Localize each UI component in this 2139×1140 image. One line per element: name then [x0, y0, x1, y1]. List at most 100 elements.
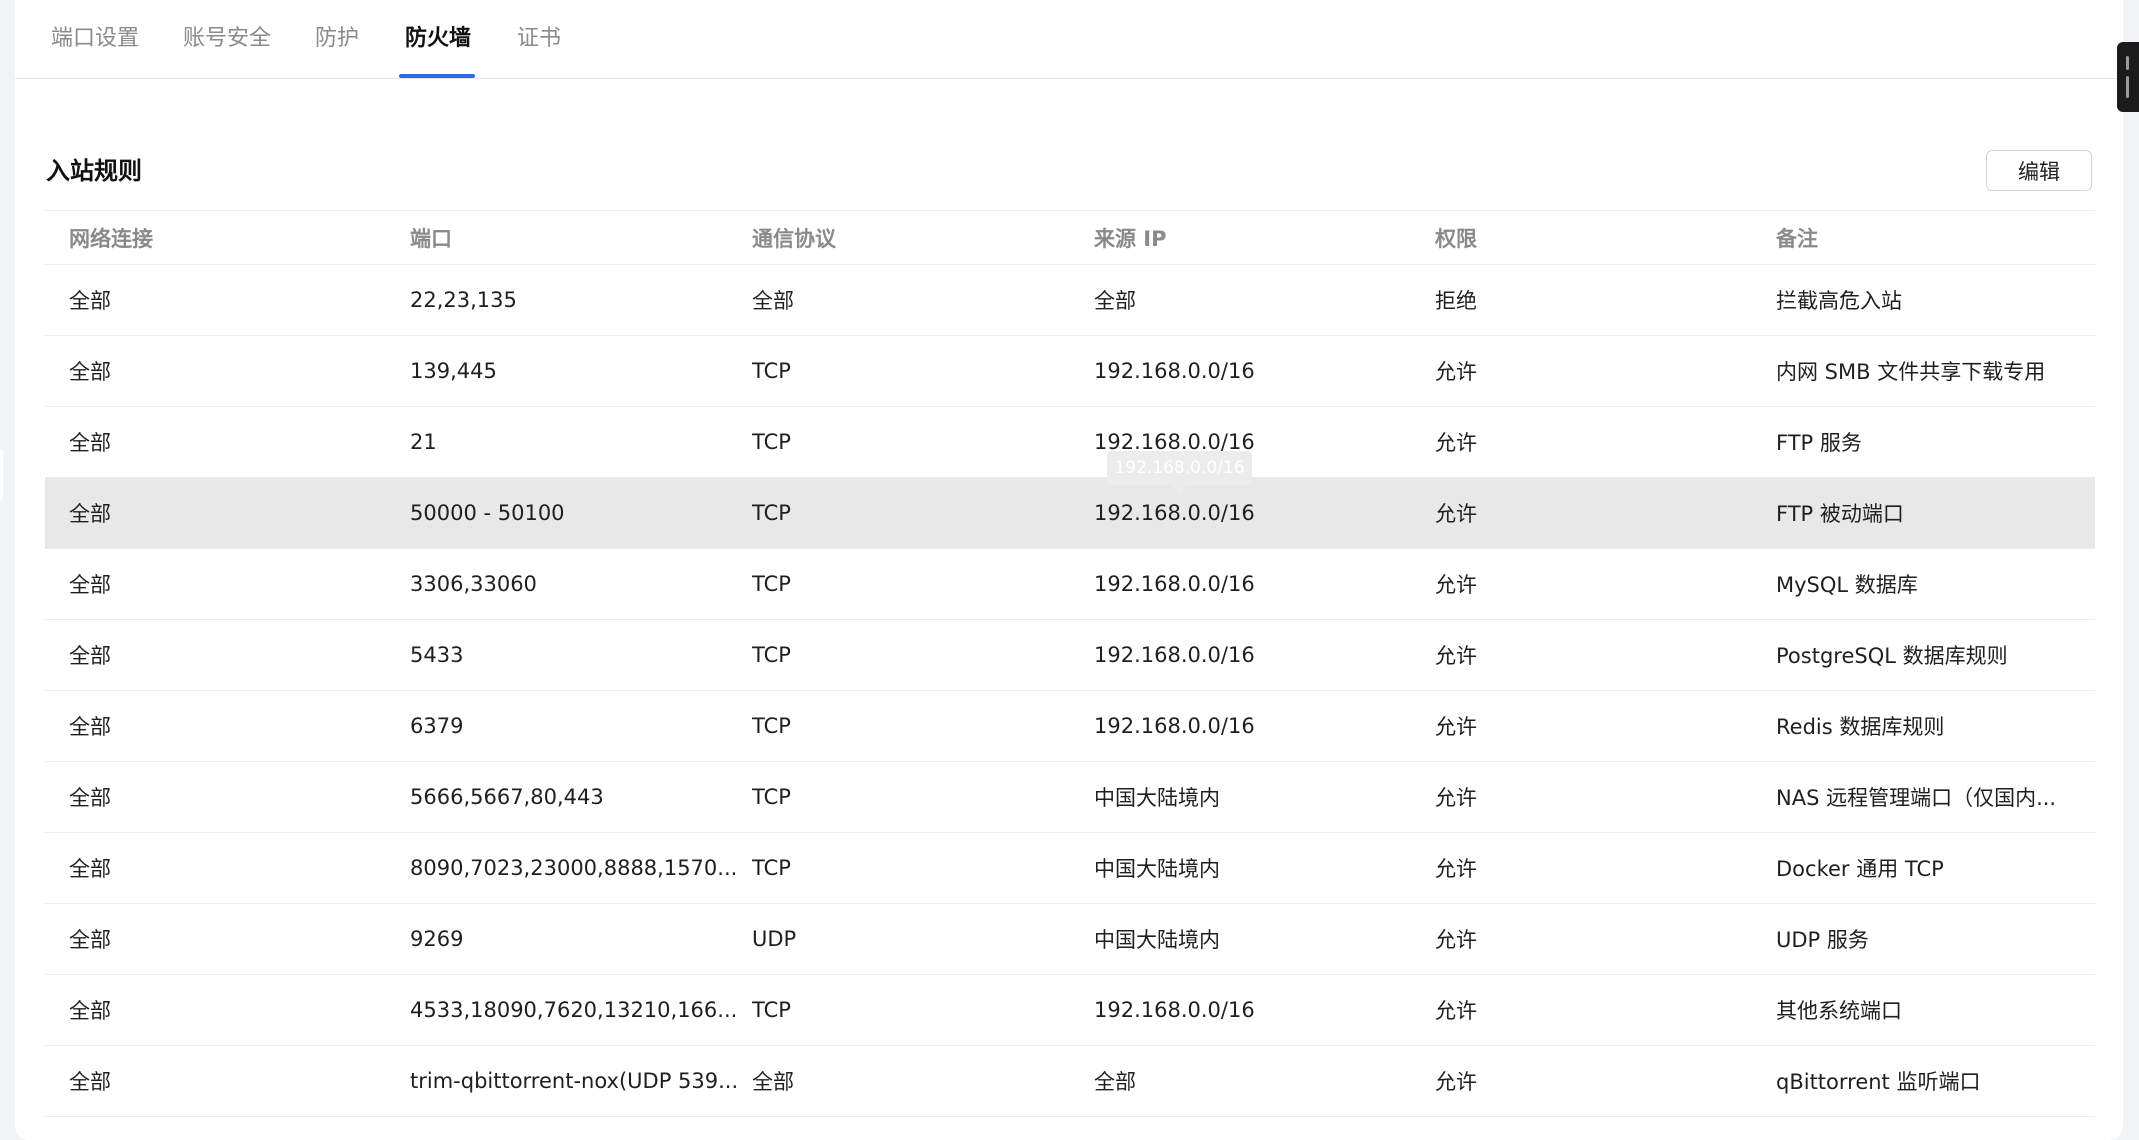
network-cell: 全部 — [69, 573, 111, 597]
network-cell: 全部 — [69, 786, 111, 810]
port-cell: 22,23,135 — [410, 288, 517, 312]
table-row[interactable]: 全部 5666,5667,80,443 TCP 中国大陆境内 允许 NAS 远程管理端口（… — [45, 762, 2095, 833]
settings-tabs: 端口设置 账号安全 防护 防火墙 证书 — [15, 0, 2123, 79]
protocol-cell: TCP — [752, 998, 791, 1022]
source-ip-cell: 全部 — [1094, 1070, 1136, 1094]
source-ip-cell: 192.168.0.0/16 — [1094, 714, 1255, 738]
tab-port-settings[interactable]: 端口设置 — [51, 24, 139, 54]
handle-grip-icon — [2126, 76, 2129, 98]
tab-protection[interactable]: 防护 — [315, 24, 359, 54]
section-title: 入站规则 — [46, 157, 142, 185]
table-body: 全部 22,23,135 全部 全部 拒绝 拦截高危入站 全部 139,445 TCP 192.1… — [45, 265, 2095, 1117]
protocol-cell: TCP — [752, 572, 791, 596]
protocol-cell: TCP — [752, 785, 791, 809]
port-cell: 50000 - 50100 — [410, 501, 565, 525]
permission-cell: 允许 — [1435, 1070, 1477, 1094]
source-ip-cell: 中国大陆境内 — [1094, 928, 1220, 952]
note-cell: Docker 通用 TCP — [1776, 857, 1944, 881]
inbound-rules-table: 网络连接 端口 通信协议 来源 IP 权限 备注 全部 22,23,135 全部 全部 拒绝 拦截高… — [45, 210, 2095, 1117]
table-row[interactable]: 全部 22,23,135 全部 全部 拒绝 拦截高危入站 — [45, 265, 2095, 336]
source-ip-cell: 中国大陆境内 — [1094, 857, 1220, 881]
source-ip-cell: 全部 — [1094, 289, 1136, 313]
tab-certificate[interactable]: 证书 — [517, 24, 561, 54]
protocol-cell: TCP — [752, 501, 791, 525]
network-cell: 全部 — [69, 928, 111, 952]
source-ip-cell: 192.168.0.0/16 — [1094, 359, 1255, 383]
table-row[interactable]: 全部 9269 UDP 中国大陆境内 允许 UDP 服务 — [45, 904, 2095, 975]
protocol-cell: TCP — [752, 643, 791, 667]
port-cell: 21 — [410, 430, 437, 454]
port-cell: 3306,33060 — [410, 572, 537, 596]
table-row[interactable]: 全部 4533,18090,7620,13210,166... TCP 192.168… — [45, 975, 2095, 1046]
port-cell: 9269 — [410, 927, 464, 951]
network-cell: 全部 — [69, 644, 111, 668]
left-edge-handle — [0, 450, 3, 500]
note-cell: 其他系统端口 — [1776, 999, 1902, 1023]
permission-cell: 允许 — [1435, 502, 1477, 526]
protocol-cell: TCP — [752, 856, 791, 880]
table-row[interactable]: 全部 21 TCP 192.168.0.0/16 允许 FTP 服务 — [45, 407, 2095, 478]
table-row[interactable]: 全部 6379 TCP 192.168.0.0/16 允许 Redis 数据库规则 — [45, 691, 2095, 762]
table-row[interactable]: 全部 50000 - 50100 TCP 192.168.0.0/16 允许 FTP 被动… — [45, 478, 2095, 549]
port-cell: 139,445 — [410, 359, 497, 383]
note-cell: 拦截高危入站 — [1776, 289, 1902, 313]
permission-cell: 允许 — [1435, 573, 1477, 597]
table-row[interactable]: 全部 139,445 TCP 192.168.0.0/16 允许 内网 SMB 文件共享下… — [45, 336, 2095, 407]
handle-grip-icon — [2126, 56, 2129, 70]
protocol-column-header: 通信协议 — [752, 226, 836, 251]
table-row[interactable]: 全部 3306,33060 TCP 192.168.0.0/16 允许 MySQL 数据库 — [45, 549, 2095, 620]
source-ip-cell: 192.168.0.0/16 — [1094, 501, 1255, 525]
port-cell: 4533,18090,7620,13210,166... — [410, 998, 738, 1022]
edit-button[interactable]: 编辑 — [1986, 150, 2092, 191]
note-cell: PostgreSQL 数据库规则 — [1776, 644, 2008, 668]
note-cell: FTP 被动端口 — [1776, 502, 1904, 526]
port-cell: 5433 — [410, 643, 464, 667]
network-cell: 全部 — [69, 1070, 111, 1094]
tab-account-security[interactable]: 账号安全 — [183, 24, 271, 54]
active-tab-indicator — [399, 74, 475, 78]
permission-cell: 允许 — [1435, 999, 1477, 1023]
note-cell: NAS 远程管理端口（仅国内... — [1776, 786, 2057, 810]
port-cell: trim-qbittorrent-nox(UDP 539... — [410, 1069, 739, 1093]
note-cell: 内网 SMB 文件共享下载专用 — [1776, 360, 2046, 384]
permission-cell: 允许 — [1435, 644, 1477, 668]
permission-cell: 允许 — [1435, 928, 1477, 952]
protocol-cell: TCP — [752, 359, 791, 383]
port-column-header: 端口 — [410, 226, 452, 251]
permission-cell: 允许 — [1435, 715, 1477, 739]
permission-cell: 拒绝 — [1435, 289, 1477, 313]
table-row[interactable]: 全部 8090,7023,23000,8888,1570... TCP 中国大陆境内 允… — [45, 833, 2095, 904]
network-cell: 全部 — [69, 999, 111, 1023]
protocol-cell: UDP — [752, 927, 797, 951]
source-ip-cell: 192.168.0.0/16 — [1094, 572, 1255, 596]
table-row[interactable]: 全部 trim-qbittorrent-nox(UDP 539... 全部 全部 允许 q… — [45, 1046, 2095, 1117]
note-cell: UDP 服务 — [1776, 928, 1869, 952]
table-row[interactable]: 全部 5433 TCP 192.168.0.0/16 允许 PostgreSQL 数据库规… — [45, 620, 2095, 691]
permission-cell: 允许 — [1435, 786, 1477, 810]
note-cell: FTP 服务 — [1776, 431, 1862, 455]
note-cell: qBittorrent 监听端口 — [1776, 1070, 1981, 1094]
source-ip-column-header: 来源 IP — [1094, 226, 1167, 251]
note-column-header: 备注 — [1776, 226, 1818, 251]
source-ip-cell: 192.168.0.0/16 — [1094, 998, 1255, 1022]
network-cell: 全部 — [69, 502, 111, 526]
port-cell: 5666,5667,80,443 — [410, 785, 604, 809]
permission-cell: 允许 — [1435, 431, 1477, 455]
source-ip-cell: 192.168.0.0/16 — [1094, 643, 1255, 667]
source-ip-cell: 中国大陆境内 — [1094, 786, 1220, 810]
permission-cell: 允许 — [1435, 857, 1477, 881]
permission-cell: 允许 — [1435, 360, 1477, 384]
port-cell: 8090,7023,23000,8888,1570... — [410, 856, 738, 880]
protocol-cell: 全部 — [752, 289, 794, 313]
ip-tooltip: 192.168.0.0/16 — [1107, 451, 1252, 493]
note-cell: MySQL 数据库 — [1776, 573, 1918, 597]
tab-firewall[interactable]: 防火墙 — [405, 24, 471, 54]
protocol-cell: 全部 — [752, 1070, 794, 1094]
network-cell: 全部 — [69, 289, 111, 313]
network-cell: 全部 — [69, 715, 111, 739]
table-header: 网络连接 端口 通信协议 来源 IP 权限 备注 — [45, 210, 2095, 265]
permission-column-header: 权限 — [1435, 226, 1477, 251]
firewall-settings-panel: 端口设置 账号安全 防护 防火墙 证书 入站规则 编辑 网络连接 端口 通信协议 来源… — [15, 0, 2123, 1140]
network-cell: 全部 — [69, 857, 111, 881]
side-panel-toggle[interactable] — [2117, 42, 2139, 112]
